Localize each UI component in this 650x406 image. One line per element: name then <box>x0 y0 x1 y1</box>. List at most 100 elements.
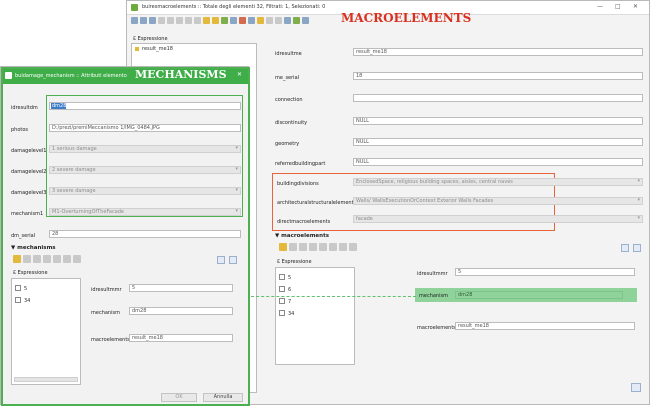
add-child-icon[interactable] <box>299 243 307 251</box>
pan-icon[interactable] <box>248 17 255 24</box>
mech-label-dm-serial: dm_serial <box>11 233 36 239</box>
connection-field[interactable] <box>353 94 643 102</box>
mech-sub-label-mechanism: mechanism <box>91 310 120 316</box>
zoom-icon[interactable] <box>257 17 264 24</box>
duplicate-child-icon[interactable] <box>349 243 357 251</box>
mech-sub-idresultmmr-field[interactable]: 5 <box>129 284 233 292</box>
attributes-view-icon[interactable] <box>631 383 641 392</box>
field-label-buildingdivisions: buildingdivisions <box>277 181 319 187</box>
sub-mechanism-field[interactable]: dm28 <box>455 291 623 299</box>
mech-sub-mechanism-field[interactable]: dm28 <box>129 307 233 315</box>
list-item[interactable]: 7 <box>279 298 291 305</box>
add-feature-icon[interactable] <box>158 17 165 24</box>
maximize-icon[interactable]: □ <box>615 3 621 10</box>
macro-sub-list[interactable]: 5 6 7 34 <box>275 267 355 365</box>
macroelements-banner: MACROELEMENTS <box>341 11 472 25</box>
qgis-logo-icon <box>131 4 138 11</box>
sub-label-idresultmmr: idresultmmr <box>417 271 448 277</box>
refresh-icon[interactable] <box>149 17 156 24</box>
delete-child-icon[interactable] <box>319 243 327 251</box>
zoom-child-icon[interactable] <box>339 243 347 251</box>
list-item[interactable]: result_me18 <box>135 46 173 52</box>
expression-label: ℇ Espressione <box>133 36 168 42</box>
mech-label-mechanism1: mechanism1 <box>11 211 44 217</box>
damagelevel1-field[interactable]: 1 serious damage <box>49 145 241 153</box>
list-item[interactable]: 34 <box>279 310 294 317</box>
copy-rows-icon[interactable] <box>266 17 273 24</box>
save-child-icon[interactable] <box>289 243 297 251</box>
delete-child-icon[interactable] <box>53 255 61 263</box>
pencil-icon[interactable] <box>131 17 138 24</box>
delete-feature-icon[interactable] <box>167 17 174 24</box>
list-item[interactable]: 5 <box>279 274 291 281</box>
mech-sub-label-macroelements: macroelements <box>91 337 130 343</box>
close-icon[interactable]: ✕ <box>633 3 638 10</box>
mech-label-damagelevel1: damagelevel1 <box>11 148 47 154</box>
conditional-format-icon[interactable] <box>293 17 300 24</box>
photos-field[interactable]: D:/prezi/premiMeccanismo 1/IMG_0484.JPG <box>49 124 241 132</box>
mech-label-photos: photos <box>11 127 29 133</box>
mech-sub-list[interactable]: 5 34 <box>11 278 81 385</box>
edit-icon[interactable] <box>13 255 21 263</box>
horizontal-scrollbar[interactable] <box>14 377 78 382</box>
dock-icon[interactable] <box>302 17 309 24</box>
macro-subform-toolbar <box>279 243 357 251</box>
filter-icon[interactable] <box>230 17 237 24</box>
feature-icon <box>135 47 139 51</box>
idresultme-field[interactable]: result_me18 <box>353 48 643 56</box>
referredbuildingpart-field[interactable]: NULL <box>353 158 643 166</box>
form-view-icon[interactable] <box>229 256 237 264</box>
sub-label-macroelements: macroelements <box>417 325 456 331</box>
geometry-field[interactable]: NULL <box>353 138 643 146</box>
discontinuity-field[interactable]: NULL <box>353 117 643 125</box>
list-item[interactable]: 6 <box>279 286 291 293</box>
move-selection-icon[interactable] <box>239 17 246 24</box>
me-serial-field[interactable]: 18 <box>353 72 643 80</box>
form-view-icon[interactable] <box>633 244 641 252</box>
field-label-connection: connection <box>275 97 303 103</box>
sub-expression-label: ℇ Espressione <box>277 259 312 265</box>
table-view-icon[interactable] <box>217 256 225 264</box>
architecturalstructuralelements-field[interactable]: Walls/ WallsExecutionOrContext Exterior … <box>353 197 643 205</box>
ok-button[interactable]: OK <box>161 393 197 402</box>
buildingdivisions-field[interactable]: EnclosedSpace, religious building spaces… <box>353 178 643 186</box>
link-child-icon[interactable] <box>309 243 317 251</box>
mech-sub-macroelements-field[interactable]: result_me18 <box>129 334 233 342</box>
cancel-button[interactable]: Annulla <box>203 393 243 402</box>
zoom-child-icon[interactable] <box>73 255 81 263</box>
select-all-icon[interactable] <box>212 17 219 24</box>
dm-serial-field[interactable]: 28 <box>49 230 241 238</box>
mech-sub-expression-label: ℇ Espressione <box>13 270 48 276</box>
paste-icon[interactable] <box>194 17 201 24</box>
save-icon[interactable] <box>140 17 147 24</box>
add-child-icon[interactable] <box>33 255 41 263</box>
mechanism1-field[interactable]: M1-OverturningOfTheFacade <box>49 208 241 216</box>
mech-sub-label-idresultmmr: idresultmmr <box>91 287 122 293</box>
minimize-icon[interactable]: — <box>597 3 603 10</box>
field-label-idresultme: idresultme <box>275 51 302 57</box>
mech-label-damagelevel3: damagelevel3 <box>11 190 47 196</box>
edit-icon[interactable] <box>279 243 287 251</box>
new-field-icon[interactable] <box>275 17 282 24</box>
cut-icon[interactable] <box>176 17 183 24</box>
unlink-child-icon[interactable] <box>63 255 71 263</box>
field-label-referredbuildingpart: referredbuildingpart <box>275 161 326 167</box>
table-view-icon[interactable] <box>621 244 629 252</box>
damagelevel2-field[interactable]: 2 severe damage <box>49 166 241 174</box>
save-child-icon[interactable] <box>23 255 31 263</box>
field-calc-icon[interactable] <box>284 17 291 24</box>
idresultdm-field[interactable]: dm28 <box>49 102 241 110</box>
directmacroelements-field[interactable]: facade <box>353 215 643 223</box>
list-item[interactable]: 34 <box>15 297 30 304</box>
idresultdm-selection: dm28 <box>51 103 67 109</box>
unlink-child-icon[interactable] <box>329 243 337 251</box>
sub-idresultmmr-field[interactable]: 5 <box>455 268 635 276</box>
list-item[interactable]: 5 <box>15 285 27 292</box>
link-child-icon[interactable] <box>43 255 51 263</box>
damagelevel3-field[interactable]: 3 severe damage <box>49 187 241 195</box>
sub-macroelements-field[interactable]: result_me18 <box>455 322 635 330</box>
expression-select-icon[interactable] <box>203 17 210 24</box>
copy-icon[interactable] <box>185 17 192 24</box>
field-label-me-serial: me_serial <box>275 75 300 81</box>
invert-selection-icon[interactable] <box>221 17 228 24</box>
